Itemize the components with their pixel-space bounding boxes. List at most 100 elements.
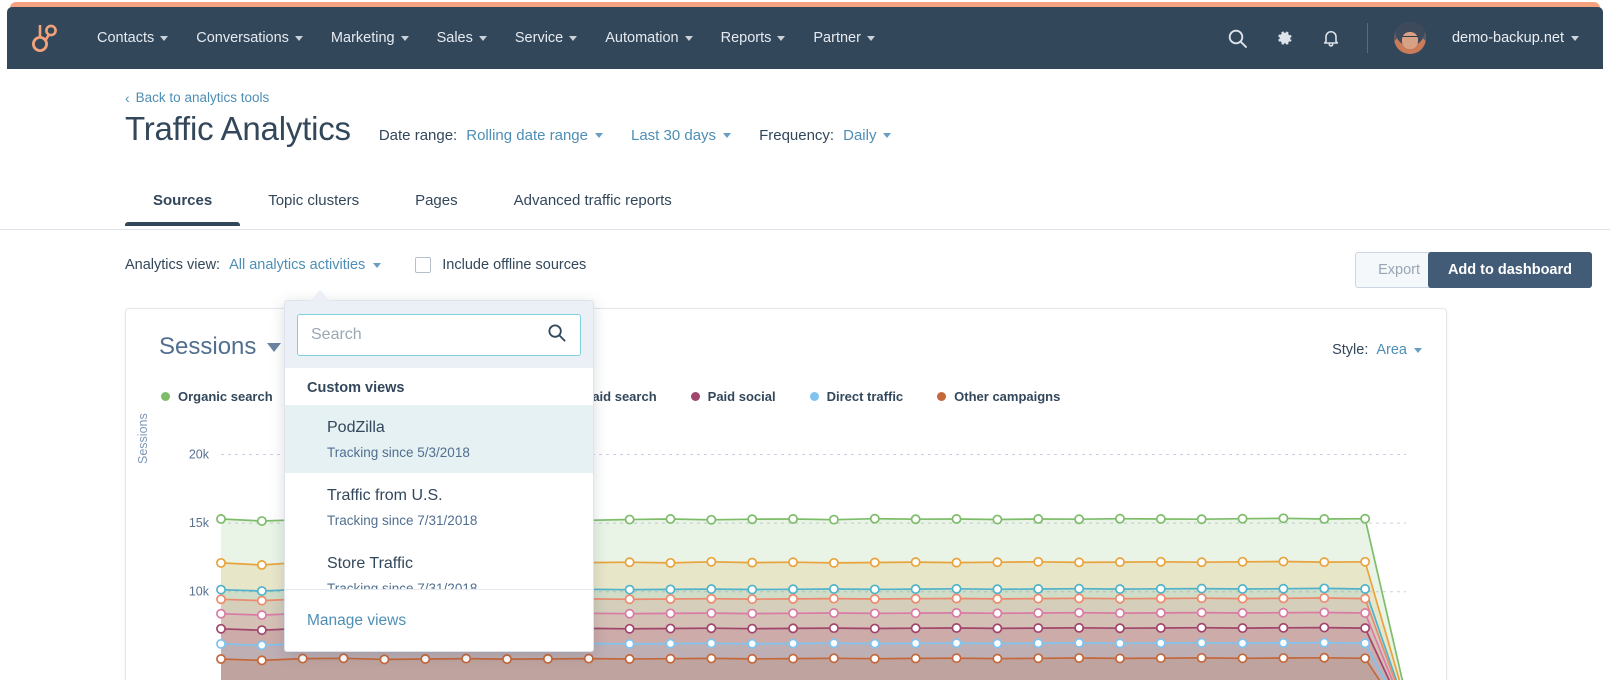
chevron-down-icon [294,35,303,41]
nav-item-conversations[interactable]: Conversations [182,24,317,52]
top-navigation-bar: Contacts Conversations Marketing Sales S… [7,7,1603,69]
dropdown-footer: Manage views [285,589,593,651]
tab-sources[interactable]: Sources [125,182,241,226]
metric-title-label: Sessions [159,333,257,360]
frequency-value[interactable]: Daily [843,127,892,144]
frequency-value-label: Daily [843,127,877,144]
chevron-left-icon: ‹ [125,89,130,106]
filter-bar: Analytics view: All analytics activities… [125,257,586,273]
gear-icon[interactable] [1274,28,1295,49]
tab-advanced-traffic-reports[interactable]: Advanced traffic reports [486,182,700,226]
dropdown-item[interactable]: PodZilla Tracking since 5/3/2018 [285,405,593,473]
page-title: Traffic Analytics [125,110,351,147]
nav-menu: Contacts Conversations Marketing Sales S… [83,24,889,52]
style-value[interactable]: Area [1376,342,1422,358]
nav-label: Conversations [196,30,289,46]
chevron-down-icon [777,35,786,41]
dropdown-section-title: Custom views [285,368,593,405]
nav-item-sales[interactable]: Sales [423,24,501,52]
analytics-view-value: All analytics activities [229,257,366,273]
search-input[interactable] [311,326,547,344]
search-icon[interactable] [547,323,567,348]
chevron-down-icon [1571,35,1579,41]
dropdown-item-list: PodZilla Tracking since 5/3/2018 Traffic f… [285,405,593,609]
dropdown-item-name: PodZilla [327,419,385,436]
nav-label: Contacts [97,30,155,46]
bell-icon[interactable] [1321,28,1341,48]
dropdown-search-area [285,301,593,368]
nav-item-contacts[interactable]: Contacts [83,24,182,52]
back-to-analytics-tools-link[interactable]: ‹ Back to analytics tools [125,90,269,105]
back-link-label: Back to analytics tools [135,90,270,105]
chevron-down-icon [569,35,578,41]
legend-color-swatch [690,392,700,401]
account-menu[interactable]: demo-backup.net [1452,30,1579,46]
tab-label: Pages [415,192,458,209]
nav-item-service[interactable]: Service [501,24,591,52]
date-range-value[interactable]: Rolling date range [466,127,603,144]
chevron-down-icon [373,262,382,268]
svg-text:20k: 20k [189,447,210,461]
legend-item[interactable]: Paid social [690,389,776,404]
search-field-wrapper[interactable] [297,314,581,356]
account-name: demo-backup.net [1451,30,1564,46]
tab-bar-divider [0,229,1610,230]
avatar[interactable] [1393,22,1426,54]
manage-views-link[interactable]: Manage views [307,612,406,630]
legend-item[interactable]: Direct traffic [809,389,903,404]
analytics-view-label: Analytics view: [125,257,221,273]
nav-item-partner[interactable]: Partner [799,24,889,52]
date-range-control: Date range: Rolling date range [379,127,603,144]
checkbox-box [415,257,432,273]
nav-item-automation[interactable]: Automation [591,24,706,52]
date-period-value[interactable]: Last 30 days [631,127,732,144]
chart-style-control: Style: Area [1332,342,1422,358]
analytics-view-dropdown-trigger[interactable]: All analytics activities [229,257,382,273]
nav-label: Service [514,30,564,46]
nav-label: Reports [720,30,772,46]
legend-color-swatch [937,392,947,401]
nav-divider [1366,23,1368,53]
tab-label: Sources [153,192,213,209]
search-icon[interactable] [1227,28,1248,49]
chevron-down-icon [684,35,693,41]
metric-selector[interactable]: Sessions [159,333,282,361]
dropdown-item-subtitle: Tracking since 5/3/2018 [327,445,470,460]
include-offline-sources-checkbox[interactable]: Include offline sources [415,257,586,273]
chevron-down-icon [478,35,487,41]
legend-color-swatch [809,392,819,401]
legend-item[interactable]: Organic search [161,389,273,404]
legend-item[interactable]: Other campaigns [937,389,1060,404]
nav-label: Automation [605,30,679,46]
svg-text:15k: 15k [189,516,210,530]
tab-label: Topic clusters [268,192,360,209]
legend-label: Paid search [583,389,657,404]
date-period-value-label: Last 30 days [631,127,717,144]
style-value-label: Area [1376,342,1407,358]
app-root: Contacts Conversations Marketing Sales S… [0,0,1610,680]
chevron-down-icon [160,35,169,41]
dropdown-item-subtitle: Tracking since 7/31/2018 [327,513,478,528]
tab-topic-clusters[interactable]: Topic clusters [240,182,387,226]
tab-pages[interactable]: Pages [387,182,486,226]
nav-actions: demo-backup.net [1227,22,1603,54]
nav-label: Sales [436,30,473,46]
hubspot-sprocket-icon[interactable] [27,21,61,55]
date-range-label: Date range: [378,127,458,144]
svg-text:10k: 10k [189,585,210,599]
add-to-dashboard-button[interactable]: Add to dashboard [1427,252,1592,288]
legend-label: Paid social [707,389,776,404]
nav-label: Marketing [330,30,395,46]
dropdown-item[interactable]: Traffic from U.S. Tracking since 7/31/201… [285,473,593,541]
nav-item-marketing[interactable]: Marketing [317,24,423,52]
dropdown-item-name: Store Traffic [327,555,413,572]
chevron-down-icon [723,133,732,138]
checkbox-label: Include offline sources [442,257,587,273]
style-label: Style: [1332,342,1369,358]
chevron-down-icon [400,35,409,41]
chevron-down-icon [1414,347,1422,353]
nav-item-reports[interactable]: Reports [707,24,800,52]
nav-label: Partner [813,30,861,46]
legend-label: Organic search [178,389,273,404]
date-range-value-label: Rolling date range [466,127,588,144]
